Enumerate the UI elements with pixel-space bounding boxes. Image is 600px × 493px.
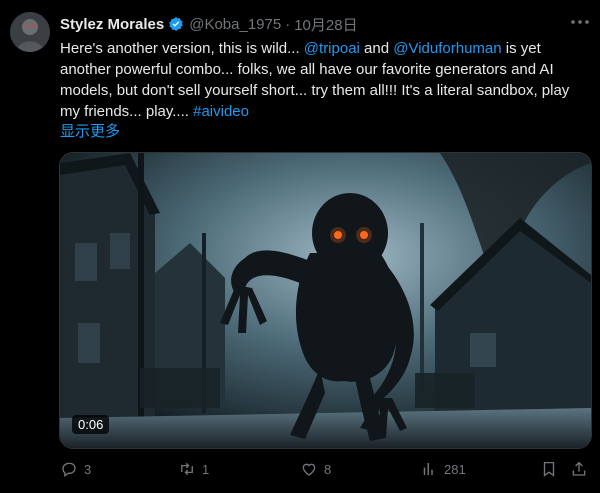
like-icon [302,463,316,476]
tweet-header: Stylez Morales @Koba_1975 · 10月28日 [60,14,590,34]
avatar[interactable] [10,12,50,52]
bookmark-button[interactable] [540,460,564,478]
show-more-link[interactable]: 显示更多 [60,120,120,141]
repost-button[interactable]: 1 [178,460,209,478]
like-count: 8 [324,461,332,477]
tweet: Stylez Morales @Koba_1975 · 10月28日 Here'… [0,0,600,493]
more-icon[interactable] [568,10,592,34]
mention-link-tripoai[interactable]: @tripoai [304,40,360,57]
header-separator: · [285,15,291,33]
verified-badge-icon [168,16,184,32]
post-text: Here's another version, this is wild... … [60,38,590,122]
video-timecode: 0:06 [72,415,110,434]
reply-button[interactable]: 3 [60,460,91,478]
views-icon [423,463,433,475]
reply-count: 3 [84,461,92,477]
repost-icon [181,462,193,476]
share-icon [572,461,586,476]
mention-link-viduforhuman[interactable]: @Viduforhuman [393,40,501,57]
views-button[interactable]: 281 [420,460,466,478]
repost-count: 1 [202,461,210,477]
action-bar: 3 1 8 281 [60,460,590,482]
like-button[interactable]: 8 [300,460,331,478]
user-handle[interactable]: @Koba_1975 [189,16,281,33]
views-count: 281 [444,461,466,477]
bookmark-icon [543,461,555,477]
post-text-segment: Here's another version, this is wild... [60,40,304,57]
display-name[interactable]: Stylez Morales [60,16,164,33]
video-player[interactable]: 0:06 [59,152,592,449]
post-text-segment: and [359,40,394,57]
share-button[interactable] [570,460,594,478]
video-frame [60,153,591,448]
post-date[interactable]: 10月28日 [294,14,357,35]
hashtag-link[interactable]: #aivideo [193,103,249,120]
reply-icon [62,462,76,477]
